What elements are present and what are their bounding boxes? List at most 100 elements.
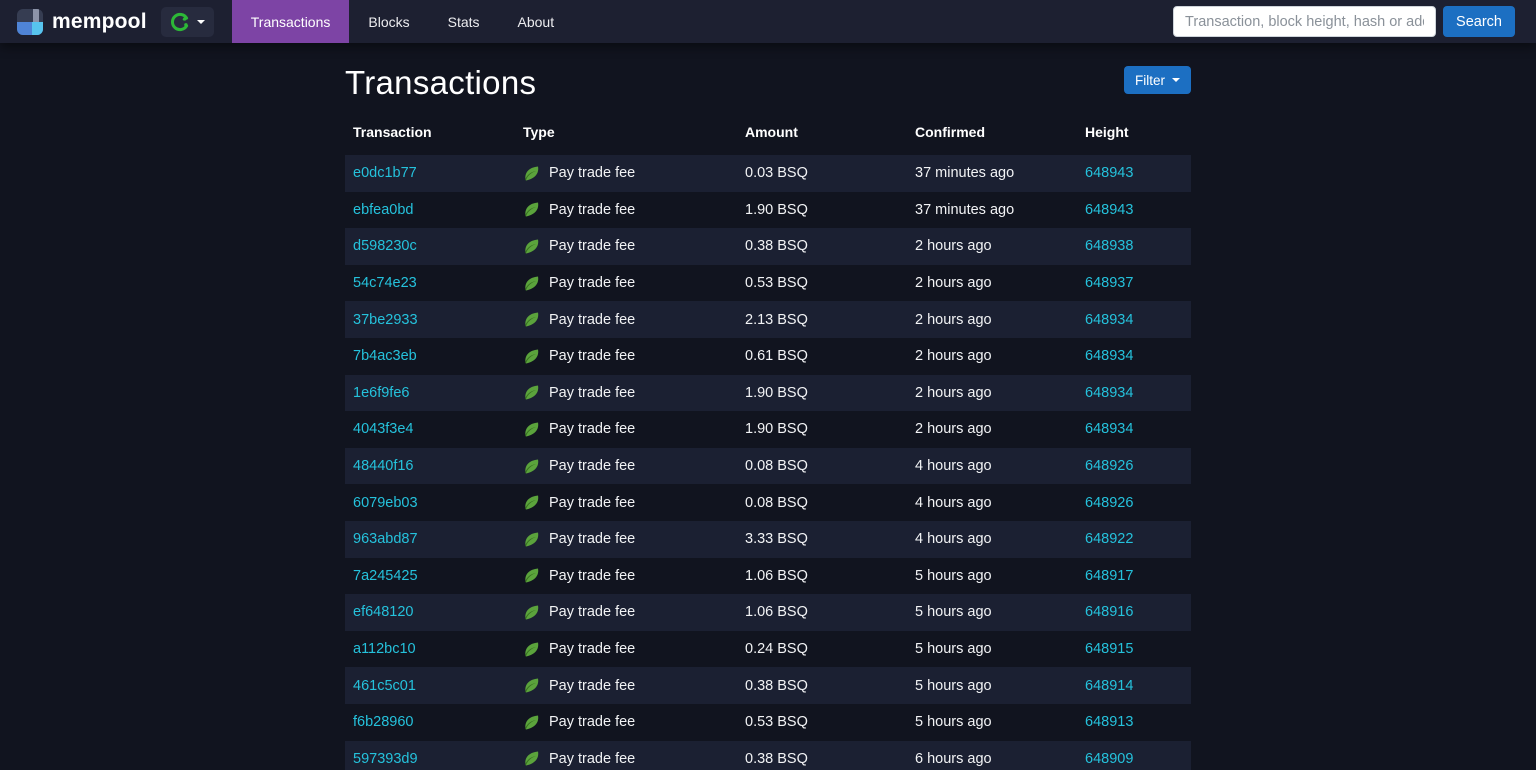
- transaction-id-link[interactable]: 461c5c01: [353, 678, 416, 694]
- search-input[interactable]: [1173, 6, 1437, 37]
- leaf-icon: [523, 677, 540, 694]
- transaction-id-link[interactable]: f6b28960: [353, 714, 413, 730]
- transaction-id-link[interactable]: 963abd87: [353, 531, 418, 547]
- transaction-type-label: Pay trade fee: [549, 567, 636, 584]
- column-header-height: Height: [1085, 124, 1129, 140]
- table-row: ebfea0bd Pay trade fee 1.90 BSQ 37 minut…: [345, 192, 1191, 229]
- block-height-link[interactable]: 648934: [1085, 348, 1133, 364]
- filter-button[interactable]: Filter: [1124, 66, 1191, 94]
- transaction-type-label: Pay trade fee: [549, 421, 636, 438]
- leaf-icon: [523, 201, 540, 218]
- amount-value: 0.38 BSQ: [745, 677, 808, 694]
- transaction-id-link[interactable]: d598230c: [353, 238, 417, 254]
- currency-selector-dropdown[interactable]: [160, 6, 214, 37]
- transaction-id-link[interactable]: 1e6f9fe6: [353, 385, 409, 401]
- table-row: e0dc1b77 Pay trade fee 0.03 BSQ 37 minut…: [345, 155, 1191, 192]
- amount-value: 0.53 BSQ: [745, 714, 808, 731]
- transaction-type-label: Pay trade fee: [549, 458, 636, 475]
- table-row: 597393d9 Pay trade fee 0.38 BSQ 6 hours …: [345, 740, 1191, 770]
- confirmed-time: 4 hours ago: [915, 531, 992, 548]
- search-button[interactable]: Search: [1443, 6, 1515, 37]
- block-height-link[interactable]: 648909: [1085, 751, 1133, 767]
- block-height-link[interactable]: 648916: [1085, 604, 1133, 620]
- leaf-icon: [523, 165, 540, 182]
- table-body: e0dc1b77 Pay trade fee 0.03 BSQ 37 minut…: [345, 155, 1191, 770]
- block-height-link[interactable]: 648938: [1085, 238, 1133, 254]
- table-row: ef648120 Pay trade fee 1.06 BSQ 5 hours …: [345, 594, 1191, 631]
- amount-value: 0.38 BSQ: [745, 238, 808, 255]
- navbar: mempool Transactions Blocks Stats About …: [0, 0, 1536, 43]
- transaction-id-link[interactable]: e0dc1b77: [353, 165, 417, 181]
- block-height-link[interactable]: 648934: [1085, 421, 1133, 437]
- transaction-id-link[interactable]: 6079eb03: [353, 495, 418, 511]
- table-row: 7a245425 Pay trade fee 1.06 BSQ 5 hours …: [345, 558, 1191, 595]
- amount-value: 0.24 BSQ: [745, 641, 808, 658]
- block-height-link[interactable]: 648934: [1085, 385, 1133, 401]
- block-height-link[interactable]: 648913: [1085, 714, 1133, 730]
- block-height-link[interactable]: 648926: [1085, 458, 1133, 474]
- block-height-link[interactable]: 648934: [1085, 312, 1133, 328]
- nav-item-blocks[interactable]: Blocks: [349, 0, 428, 43]
- table-header-row: Transaction Type Amount Confirmed Height: [345, 118, 1191, 155]
- leaf-icon: [523, 348, 540, 365]
- confirmed-time: 5 hours ago: [915, 677, 992, 694]
- mempool-logo[interactable]: mempool: [0, 8, 161, 35]
- table-row: 48440f16 Pay trade fee 0.08 BSQ 4 hours …: [345, 447, 1191, 485]
- transaction-type-label: Pay trade fee: [549, 238, 636, 255]
- nav-item-transactions[interactable]: Transactions: [231, 0, 350, 43]
- block-height-link[interactable]: 648943: [1085, 202, 1133, 218]
- table-row: 37be2933 Pay trade fee 2.13 BSQ 2 hours …: [345, 301, 1191, 338]
- table-row: a112bc10 Pay trade fee 0.24 BSQ 5 hours …: [345, 631, 1191, 668]
- transaction-id-link[interactable]: 7b4ac3eb: [353, 348, 417, 364]
- filter-button-label: Filter: [1135, 72, 1165, 88]
- transaction-id-link[interactable]: a112bc10: [353, 641, 416, 657]
- leaf-icon: [523, 238, 540, 255]
- block-height-link[interactable]: 648922: [1085, 531, 1133, 547]
- leaf-icon: [523, 641, 540, 658]
- column-header-type: Type: [523, 124, 555, 140]
- transaction-type-label: Pay trade fee: [549, 677, 636, 694]
- transaction-type-label: Pay trade fee: [549, 384, 636, 401]
- leaf-icon: [523, 311, 540, 328]
- transaction-id-link[interactable]: 48440f16: [353, 458, 413, 474]
- column-header-amount: Amount: [745, 124, 798, 140]
- transaction-id-link[interactable]: ebfea0bd: [353, 202, 413, 218]
- block-height-link[interactable]: 648917: [1085, 568, 1133, 584]
- main-nav: Transactions Blocks Stats About: [231, 0, 574, 43]
- amount-value: 0.61 BSQ: [745, 348, 808, 365]
- transaction-type-label: Pay trade fee: [549, 201, 636, 218]
- block-height-link[interactable]: 648915: [1085, 641, 1133, 657]
- block-height-link[interactable]: 648926: [1085, 495, 1133, 511]
- transaction-type-label: Pay trade fee: [549, 750, 636, 767]
- leaf-icon: [523, 604, 540, 621]
- transaction-id-link[interactable]: 597393d9: [353, 751, 418, 767]
- transaction-id-link[interactable]: 54c74e23: [353, 275, 417, 291]
- brand-name: mempool: [52, 9, 147, 33]
- confirmed-time: 5 hours ago: [915, 714, 992, 731]
- transaction-id-link[interactable]: 4043f3e4: [353, 421, 413, 437]
- amount-value: 3.33 BSQ: [745, 531, 808, 548]
- amount-value: 0.08 BSQ: [745, 494, 808, 511]
- block-height-link[interactable]: 648943: [1085, 165, 1133, 181]
- nav-item-stats[interactable]: Stats: [429, 0, 499, 43]
- transaction-type-label: Pay trade fee: [549, 714, 636, 731]
- table-row: 4043f3e4 Pay trade fee 1.90 BSQ 2 hours …: [345, 411, 1191, 448]
- table-row: 7b4ac3eb Pay trade fee 0.61 BSQ 2 hours …: [345, 338, 1191, 375]
- amount-value: 2.13 BSQ: [745, 311, 808, 328]
- transaction-id-link[interactable]: 37be2933: [353, 312, 418, 328]
- confirmed-time: 5 hours ago: [915, 567, 992, 584]
- transaction-id-link[interactable]: ef648120: [353, 604, 413, 620]
- block-height-link[interactable]: 648914: [1085, 678, 1133, 694]
- leaf-icon: [523, 494, 540, 511]
- table-row: 963abd87 Pay trade fee 3.33 BSQ 4 hours …: [345, 520, 1191, 558]
- block-height-link[interactable]: 648937: [1085, 275, 1133, 291]
- transactions-page: Transactions Filter Transaction Type Amo…: [345, 43, 1191, 770]
- transaction-id-link[interactable]: 7a245425: [353, 568, 418, 584]
- transaction-type-label: Pay trade fee: [549, 604, 636, 621]
- confirmed-time: 2 hours ago: [915, 348, 992, 365]
- nav-item-about[interactable]: About: [499, 0, 574, 43]
- amount-value: 0.08 BSQ: [745, 458, 808, 475]
- confirmed-time: 5 hours ago: [915, 641, 992, 658]
- table-row: 461c5c01 Pay trade fee 0.38 BSQ 5 hours …: [345, 667, 1191, 704]
- transaction-type-label: Pay trade fee: [549, 641, 636, 658]
